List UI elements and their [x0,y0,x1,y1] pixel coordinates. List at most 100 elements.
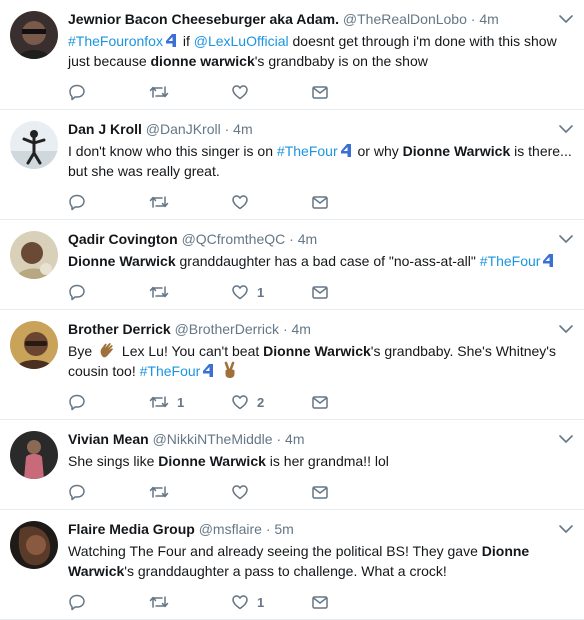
heart-icon [232,85,248,100]
chevron-down-icon[interactable] [558,433,574,445]
highlighted-term: Dionne Warwick [68,253,176,269]
mention-link[interactable]: @LexLuOfficial [194,33,289,49]
direct-message-button[interactable] [311,193,329,211]
tweet-text-segment: 's granddaughter a pass to challenge. Wh… [124,563,447,579]
tweet-text: Watching The Four and already seeing the… [68,541,572,581]
tweet-text: She sings like Dionne Warwick is her gra… [68,451,572,471]
reply-button[interactable] [68,593,94,611]
tweet-header: Flaire Media Group @msflaire · 5m [68,520,572,539]
heart-icon [232,395,248,410]
chevron-down-icon[interactable] [558,233,574,245]
user-handle[interactable]: @msflaire [199,521,262,537]
tweet-text-segment: Bye [68,343,97,359]
retweet-button[interactable] [149,283,177,301]
envelope-icon [312,396,328,409]
hashtag-link[interactable]: #TheFour [140,363,201,379]
direct-message-button[interactable] [311,283,329,301]
like-count: 2 [257,394,265,410]
like-button[interactable]: 1 [231,283,264,301]
tweet[interactable]: Dan J Kroll @DanJKroll · 4m I don't know… [0,110,584,220]
reply-icon [69,84,85,101]
like-button[interactable] [231,483,257,501]
retweet-button[interactable]: 1 [149,393,184,411]
timestamp[interactable]: 4m [298,231,317,247]
separator-dot: · [224,121,234,137]
direct-message-button[interactable] [311,83,329,101]
reply-button[interactable] [68,83,94,101]
display-name[interactable]: Jewnior Bacon Cheeseburger aka Adam. [68,11,339,27]
reply-button[interactable] [68,393,94,411]
retweet-icon [149,286,169,298]
avatar[interactable] [10,431,58,479]
user-handle[interactable]: @BrotherDerrick [175,321,279,337]
reply-button[interactable] [68,483,94,501]
separator-dot: · [289,231,298,247]
retweet-button[interactable] [149,483,177,501]
tweet-text-segment: Watching The Four and already seeing the… [68,543,482,559]
tweet-actions [68,475,572,509]
direct-message-button[interactable] [311,593,329,611]
tweet[interactable]: Jewnior Bacon Cheeseburger aka Adam. @Th… [0,0,584,110]
display-name[interactable]: Qadir Covington [68,231,178,247]
display-name[interactable]: Brother Derrick [68,321,171,337]
avatar[interactable] [10,11,58,59]
hashtag-emoji-icon [543,254,554,267]
chevron-down-icon[interactable] [558,123,574,135]
avatar[interactable] [10,121,58,169]
retweet-button[interactable] [149,83,177,101]
hashtag-link[interactable]: #TheFour [277,143,338,159]
reply-icon [69,394,85,411]
like-count: 1 [257,284,265,300]
display-name[interactable]: Flaire Media Group [68,521,195,537]
highlighted-term: Dionne Warwick [402,143,511,159]
timestamp[interactable]: 4m [292,321,311,337]
tweet-actions: 1 2 [68,385,572,419]
tweet[interactable]: Brother Derrick @BrotherDerrick · 4m Bye… [0,310,584,420]
tweet[interactable]: Qadir Covington @QCfromtheQC · 4m Dionne… [0,220,584,310]
reply-button[interactable] [68,193,94,211]
tweet-header: Jewnior Bacon Cheeseburger aka Adam. @Th… [68,10,572,29]
tweet[interactable]: Vivian Mean @NikkiNTheMiddle · 4m She si… [0,420,584,510]
user-handle[interactable]: @TheRealDonLobo [343,11,467,27]
like-button[interactable] [231,193,257,211]
tweet-actions: 1 [68,585,572,619]
avatar[interactable] [10,231,58,279]
user-handle[interactable]: @DanJKroll [146,121,221,137]
hashtag-emoji-icon [165,34,176,47]
tweet-text-segment: She sings like [68,453,159,469]
highlighted-term: dionne warwick [150,53,255,69]
like-count: 1 [257,594,265,610]
tweet-text-segment: if [178,33,194,49]
user-handle[interactable]: @NikkiNTheMiddle [153,431,273,447]
avatar[interactable] [10,321,58,369]
chevron-down-icon[interactable] [558,13,574,25]
direct-message-button[interactable] [311,483,329,501]
timestamp[interactable]: 4m [479,11,498,27]
like-button[interactable]: 2 [231,393,264,411]
display-name[interactable]: Vivian Mean [68,431,149,447]
tweet-actions [68,185,572,219]
like-button[interactable] [231,83,257,101]
timestamp[interactable]: 4m [285,431,304,447]
avatar[interactable] [10,521,58,569]
display-name[interactable]: Dan J Kroll [68,121,142,137]
reply-button[interactable] [68,283,94,301]
tweet[interactable]: Flaire Media Group @msflaire · 5m Watchi… [0,510,584,620]
separator-dot: · [276,431,286,447]
direct-message-button[interactable] [311,393,329,411]
like-button[interactable]: 1 [231,593,264,611]
user-handle[interactable]: @QCfromtheQC [182,231,286,247]
separator-dot: · [282,321,292,337]
hashtag-link[interactable]: #TheFouronfox [68,33,163,49]
timestamp[interactable]: 5m [274,521,293,537]
chevron-down-icon[interactable] [558,523,574,535]
tweet-text: I don't know who this singer is on #TheF… [68,141,572,181]
chevron-down-icon[interactable] [558,323,574,335]
timestamp[interactable]: 4m [233,121,252,137]
heart-icon [232,595,248,610]
hashtag-link[interactable]: #TheFour [480,253,541,269]
envelope-icon [312,196,328,209]
retweet-button[interactable] [149,193,177,211]
retweet-button[interactable] [149,593,177,611]
tweet-header: Vivian Mean @NikkiNTheMiddle · 4m [68,430,572,449]
